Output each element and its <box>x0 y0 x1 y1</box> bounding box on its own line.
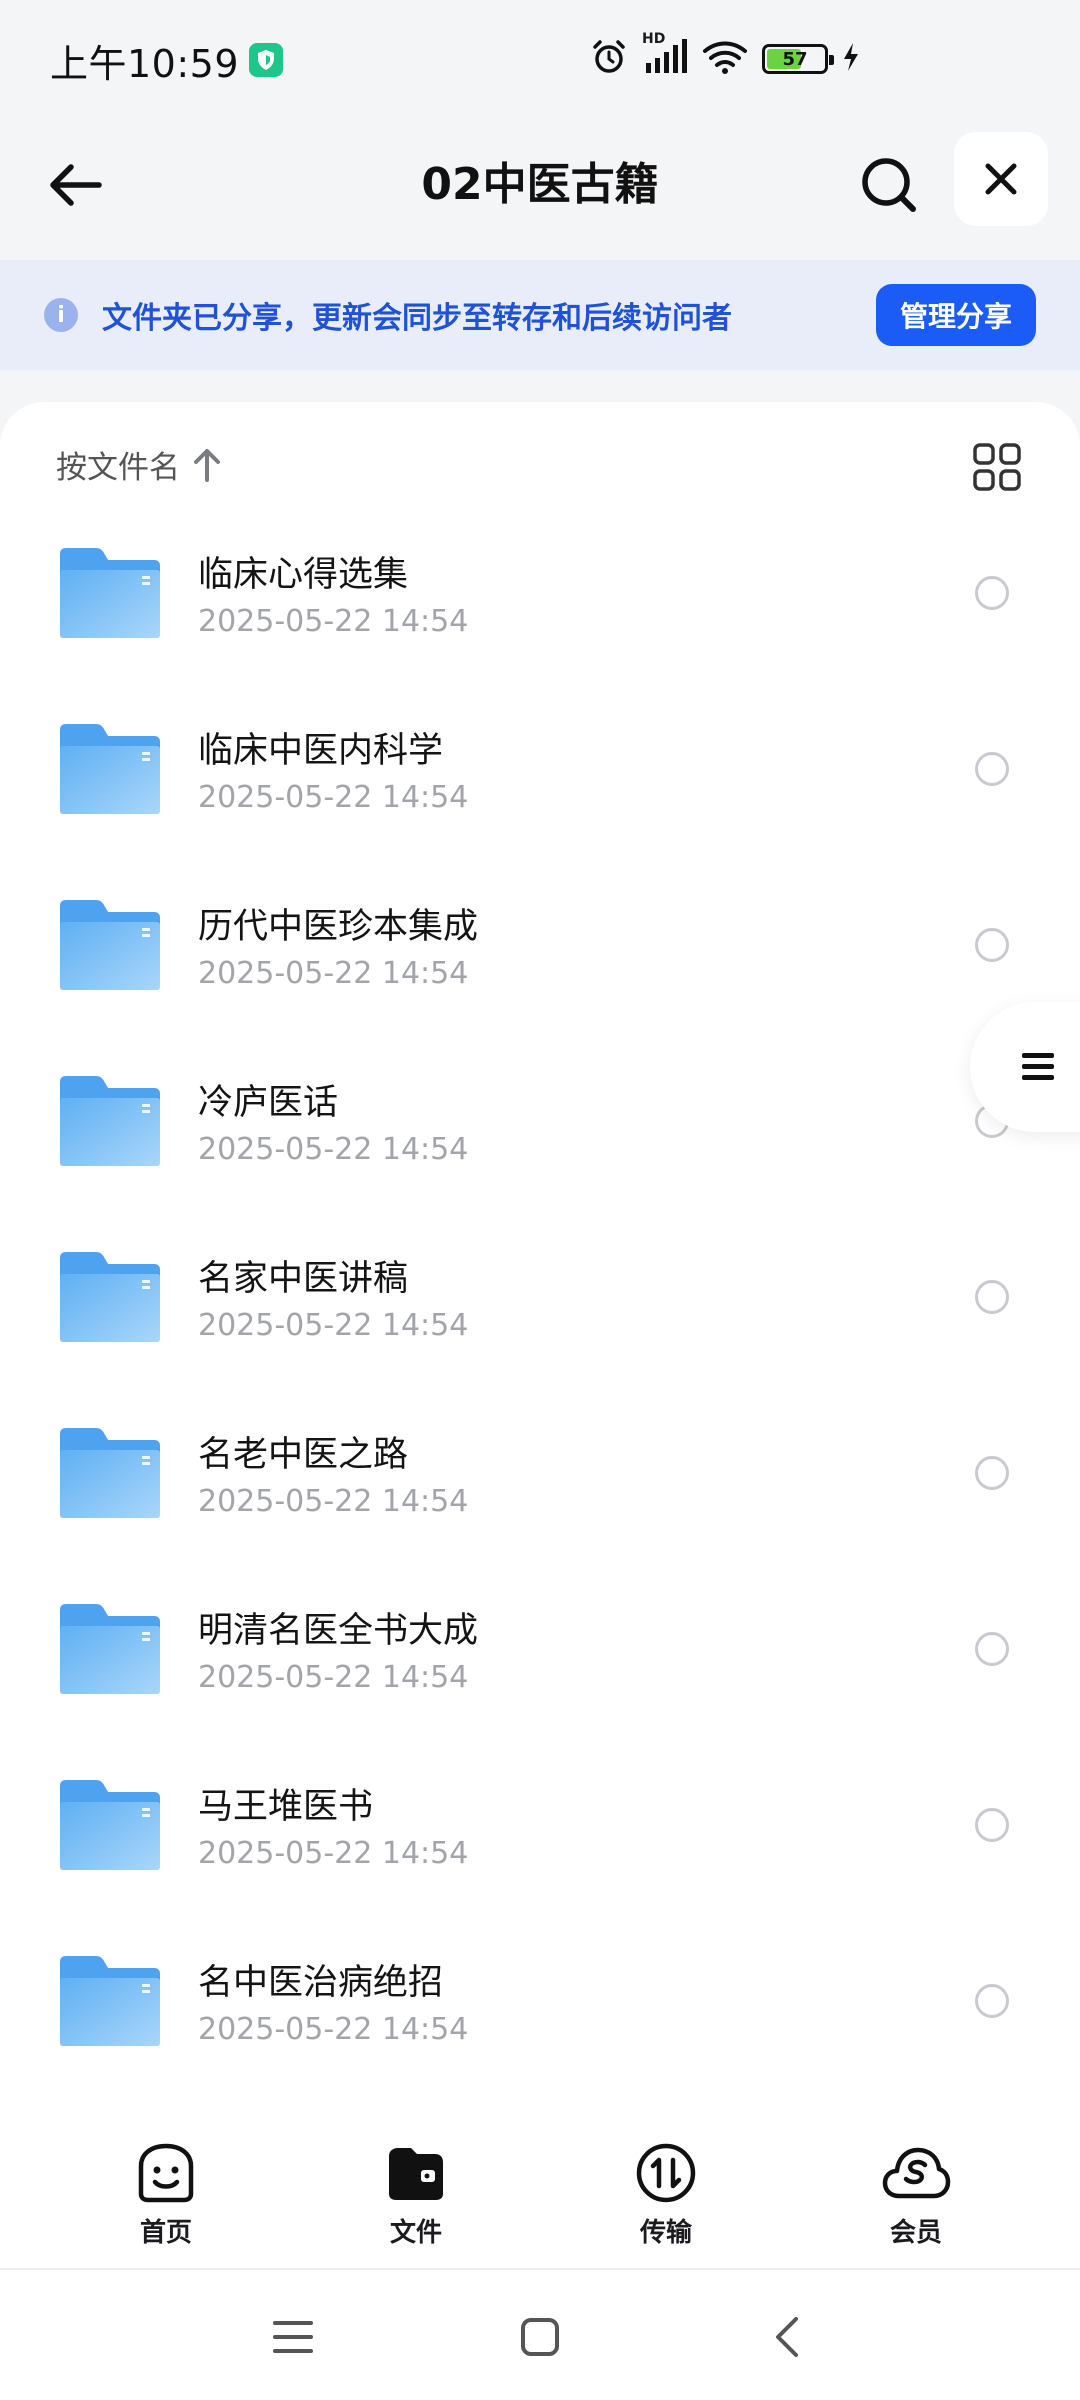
file-date: 2025-05-22 14:54 <box>198 780 469 815</box>
file-date: 2025-05-22 14:54 <box>198 1484 469 1519</box>
file-date: 2025-05-22 14:54 <box>198 604 469 639</box>
folder-icon <box>58 1954 162 2048</box>
info-icon: i <box>44 298 78 332</box>
charging-icon <box>842 42 860 76</box>
vip-cloud-icon <box>882 2147 951 2199</box>
square-icon <box>521 2318 559 2356</box>
file-name: 临床心得选集 <box>198 555 409 595</box>
grid-icon <box>973 443 1021 491</box>
select-radio[interactable] <box>975 1456 1009 1490</box>
nav-vip-label: 会员 <box>889 2218 942 2248</box>
select-radio[interactable] <box>975 1280 1009 1314</box>
shield-icon <box>249 43 284 77</box>
battery-level: 57 <box>782 48 808 70</box>
arrow-up-icon <box>194 448 220 482</box>
sort-label: 按文件名 <box>56 450 180 486</box>
file-row[interactable]: 名中医治病绝招 2025-05-22 14:54 <box>0 1926 1080 2102</box>
recent-apps-button[interactable] <box>268 2312 318 2362</box>
file-name: 冷庐医话 <box>198 1083 339 1123</box>
grid-view-button[interactable] <box>972 442 1022 492</box>
folder-icon <box>58 722 162 816</box>
file-row[interactable]: 明清名医全书大成 2025-05-22 14:54 <box>0 1574 1080 1750</box>
select-radio[interactable] <box>975 1632 1009 1666</box>
battery-icon: 57 <box>762 44 834 74</box>
header: 02中医古籍 <box>0 120 1080 260</box>
search-button[interactable] <box>852 148 926 222</box>
file-name: 临床中医内科学 <box>198 731 444 771</box>
file-name: 历代中医珍本集成 <box>198 907 479 947</box>
file-date: 2025-05-22 14:54 <box>198 1308 469 1343</box>
select-radio[interactable] <box>975 752 1009 786</box>
file-date: 2025-05-22 14:54 <box>198 956 469 991</box>
folder-icon <box>58 1074 162 1168</box>
nav-transfer[interactable]: 传输 <box>596 2140 736 2249</box>
file-date: 2025-05-22 14:54 <box>198 1836 469 1871</box>
nav-home-label: 首页 <box>139 2218 192 2248</box>
nav-transfer-label: 传输 <box>639 2218 692 2248</box>
file-name: 名中医治病绝招 <box>198 1963 444 2003</box>
select-radio[interactable] <box>975 928 1009 962</box>
folder-icon <box>58 898 162 992</box>
file-row[interactable]: 名家中医讲稿 2025-05-22 14:54 <box>0 1222 1080 1398</box>
file-name: 名老中医之路 <box>198 1435 409 1475</box>
folder-icon <box>58 1602 162 1696</box>
file-date: 2025-05-22 14:54 <box>198 1132 469 1167</box>
file-list-panel: 按文件名 临床心得选集 2025-05-22 14:54 临床中医内科学 2025-0… <box>0 402 1080 2102</box>
file-name: 明清名医全书大成 <box>198 1611 479 1651</box>
file-row[interactable]: 马王堆医书 2025-05-22 14:54 <box>0 1750 1080 1926</box>
select-radio[interactable] <box>975 1808 1009 1842</box>
chevron-left-icon <box>776 2317 798 2357</box>
menu-lines-icon <box>1022 1053 1054 1080</box>
file-row[interactable]: 临床中医内科学 2025-05-22 14:54 <box>0 694 1080 870</box>
file-date: 2025-05-22 14:54 <box>198 2012 469 2047</box>
folder-icon <box>58 1250 162 1344</box>
menu-icon <box>273 2321 313 2353</box>
search-icon <box>862 158 916 212</box>
wallet-files-icon <box>389 2148 443 2200</box>
sort-toggle[interactable]: 按文件名 <box>56 442 222 487</box>
alarm-icon <box>590 38 628 80</box>
nav-files-label: 文件 <box>389 2218 442 2248</box>
file-name: 名家中医讲稿 <box>198 1259 409 1299</box>
file-row[interactable]: 历代中医珍本集成 2025-05-22 14:54 <box>0 870 1080 1046</box>
status-time: 上午10:59 <box>50 41 240 86</box>
folder-icon <box>58 546 162 640</box>
folder-icon <box>58 1426 162 1520</box>
status-bar: 上午10:59 HD 57 <box>0 0 1080 120</box>
manage-share-button[interactable]: 管理分享 <box>875 284 1036 346</box>
file-date: 2025-05-22 14:54 <box>198 1660 469 1695</box>
file-list: 临床心得选集 2025-05-22 14:54 临床中医内科学 2025-05-22 … <box>0 518 1080 2102</box>
nav-home[interactable]: 首页 <box>96 2140 236 2249</box>
signal-icon: HD <box>642 31 688 79</box>
file-row[interactable]: 临床心得选集 2025-05-22 14:54 <box>0 518 1080 694</box>
nav-files[interactable]: 文件 <box>346 2140 486 2249</box>
status-icons: HD 57 <box>590 31 860 80</box>
nav-vip[interactable]: 会员 <box>846 2140 986 2249</box>
transfer-icon <box>636 2143 696 2203</box>
folder-icon <box>58 1778 162 1872</box>
system-back-button[interactable] <box>762 2312 812 2362</box>
share-banner: i 文件夹已分享，更新会同步至转存和后续访问者 管理分享 <box>0 260 1080 370</box>
close-icon <box>985 163 1017 195</box>
close-button[interactable] <box>954 132 1048 226</box>
file-row[interactable]: 冷庐医话 2025-05-22 14:54 <box>0 1046 1080 1222</box>
bottom-nav: 首页 文件 传输 会员 <box>0 2100 1080 2270</box>
share-banner-message: 文件夹已分享，更新会同步至转存和后续访问者 <box>102 301 732 336</box>
file-row[interactable]: 名老中医之路 2025-05-22 14:54 <box>0 1398 1080 1574</box>
system-nav-bar <box>0 2270 1080 2400</box>
app-screen: 上午10:59 HD 57 02中医古籍 i 文件夹已分享，更新会同步至转存和后… <box>0 0 1080 2400</box>
home-button[interactable] <box>515 2312 565 2362</box>
wifi-icon <box>702 39 748 79</box>
file-name: 马王堆医书 <box>198 1787 374 1827</box>
network-type-label: HD <box>642 31 666 47</box>
select-radio[interactable] <box>975 576 1009 610</box>
select-radio[interactable] <box>975 1984 1009 2018</box>
smile-home-icon <box>138 2143 194 2203</box>
